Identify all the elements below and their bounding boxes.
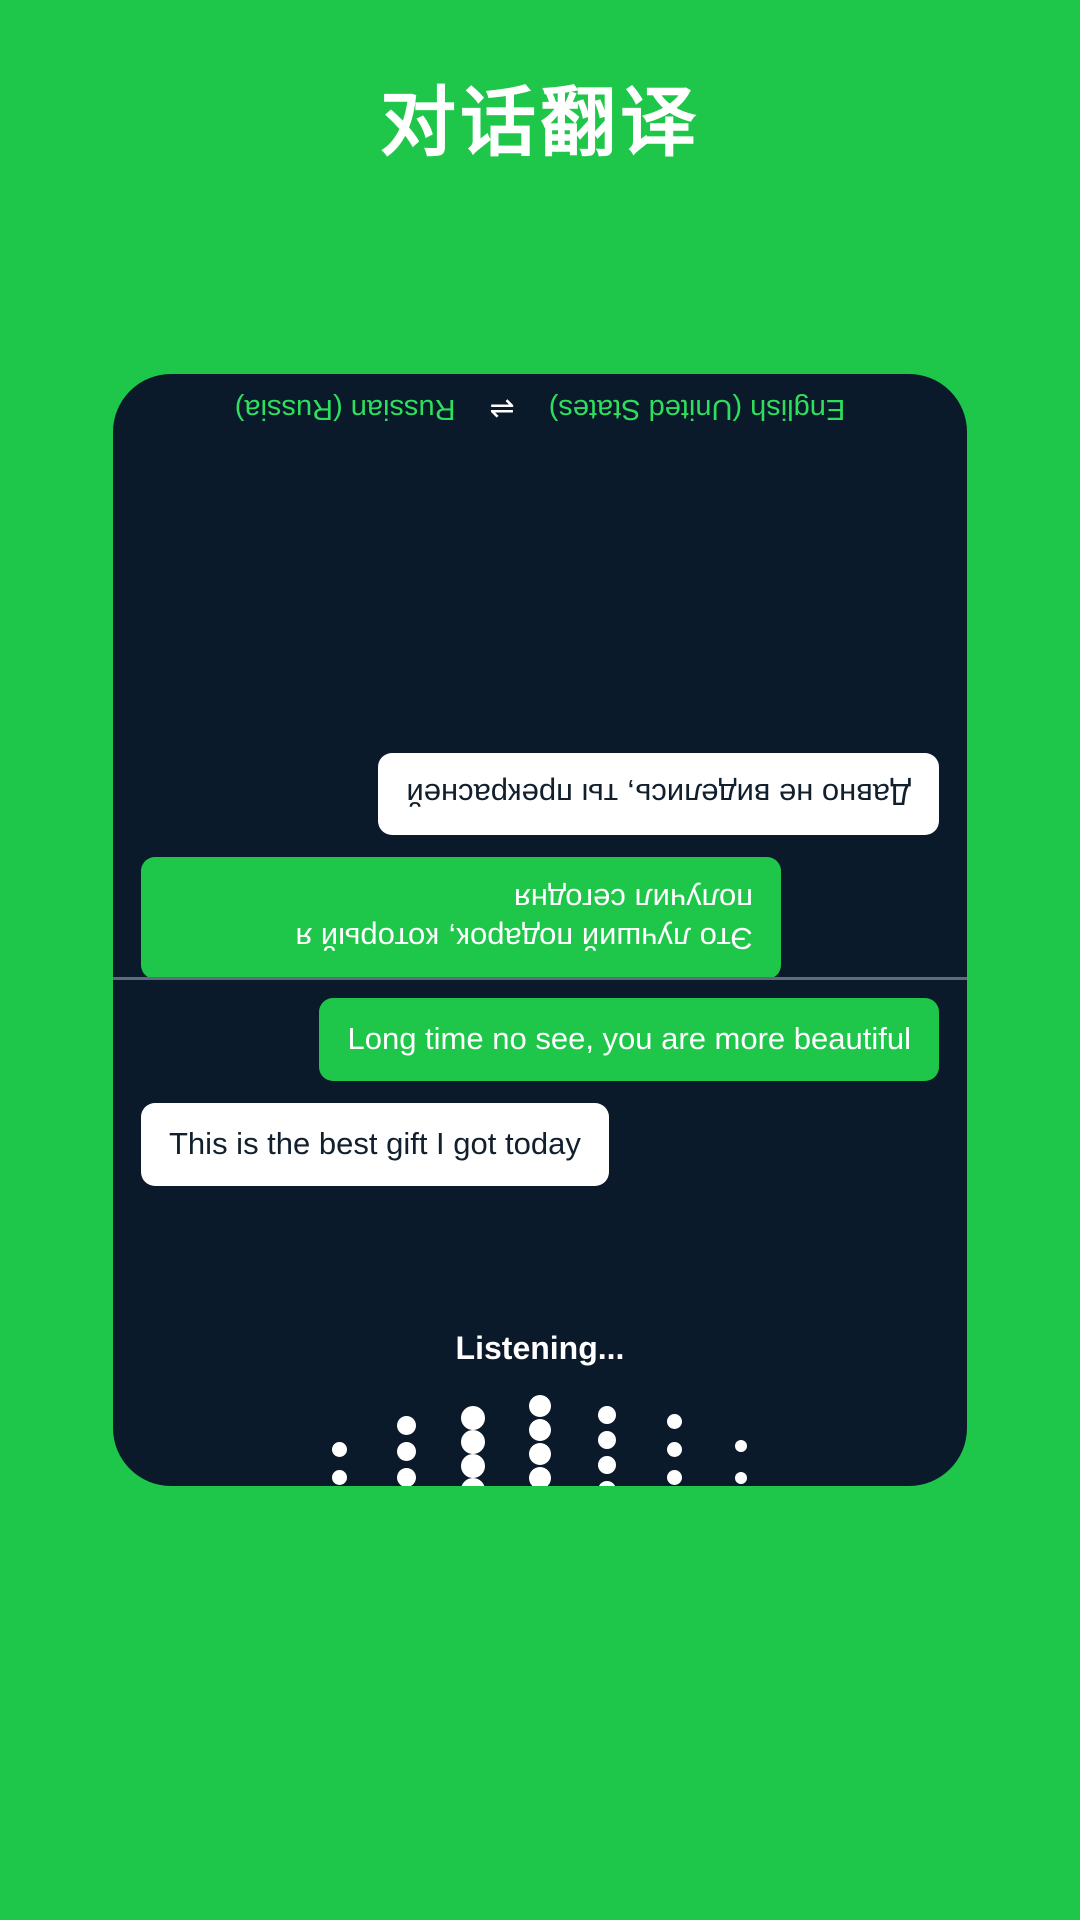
waveform-column xyxy=(373,1416,440,1486)
waveform-column xyxy=(574,1406,641,1486)
waveform-dot xyxy=(735,1471,747,1484)
message-bubble-remote-incoming[interactable]: Давно не виделись, ты прекрасней xyxy=(378,752,939,836)
waveform-dot xyxy=(529,1394,551,1417)
waveform-dot xyxy=(396,1442,416,1461)
message-bubble-local-outgoing[interactable]: Long time no see, you are more beautiful xyxy=(319,998,939,1081)
waveform-column xyxy=(507,1394,574,1486)
message-row: Давно не виделись, ты прекрасней xyxy=(141,752,939,836)
waveform-column xyxy=(641,1414,708,1486)
waveform-dot xyxy=(598,1431,616,1449)
language-selector-bar: English (United States) ⇌ Russian (Russi… xyxy=(113,392,967,426)
waveform-dot xyxy=(529,1418,551,1441)
waveform-dot xyxy=(598,1456,616,1474)
waveform-dot xyxy=(331,1470,347,1485)
waveform-dot xyxy=(529,1466,551,1486)
waveform-dot xyxy=(331,1442,347,1457)
waveform-dot xyxy=(461,1453,485,1478)
waveform-dot xyxy=(598,1481,616,1486)
waveform-dot xyxy=(461,1429,485,1454)
listening-status-label: Listening... xyxy=(455,1330,625,1366)
waveform-column xyxy=(708,1439,775,1487)
source-language-label[interactable]: English (United States) xyxy=(549,392,846,425)
remote-message-list: Это лучший подарок, который я получил се… xyxy=(113,459,967,979)
message-row: Это лучший подарок, который я получил се… xyxy=(141,857,939,979)
waveform-dot xyxy=(396,1468,416,1486)
waveform-dot xyxy=(598,1406,616,1424)
local-speaker-pane: Long time no see, you are more beautiful… xyxy=(113,980,967,1486)
waveform-column xyxy=(306,1442,373,1486)
message-bubble-local-incoming[interactable]: This is the best gift I got today xyxy=(141,1102,609,1186)
translation-card: Это лучший подарок, который я получил се… xyxy=(113,374,967,1486)
waveform-dot xyxy=(529,1442,551,1465)
message-row: Long time no see, you are more beautiful xyxy=(141,998,939,1081)
waveform-column xyxy=(440,1405,507,1486)
waveform-dot xyxy=(461,1405,485,1430)
waveform-dot xyxy=(666,1470,682,1485)
waveform-dot xyxy=(461,1477,485,1486)
local-message-list: Long time no see, you are more beautiful… xyxy=(113,998,967,1186)
audio-waveform-visualizer xyxy=(113,1390,967,1486)
target-language-label[interactable]: Russian (Russia) xyxy=(235,392,456,425)
message-bubble-remote-outgoing[interactable]: Это лучший подарок, который я получил се… xyxy=(141,857,781,979)
waveform-dot xyxy=(666,1442,682,1457)
waveform-dot xyxy=(666,1414,682,1429)
swap-languages-icon[interactable]: ⇌ xyxy=(490,393,515,426)
page-title: 对话翻译 xyxy=(380,81,700,166)
message-row: This is the best gift I got today xyxy=(141,1102,939,1186)
waveform-dot xyxy=(735,1439,747,1452)
waveform-dot xyxy=(396,1416,416,1435)
remote-speaker-pane: Это лучший подарок, который я получил се… xyxy=(113,374,967,979)
